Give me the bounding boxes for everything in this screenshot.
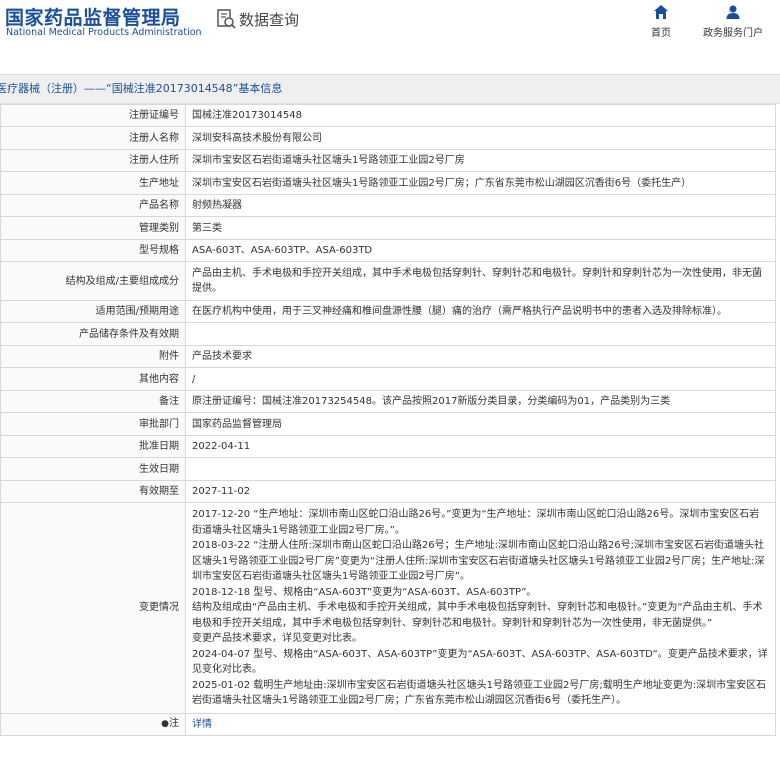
field-value: 第三类 <box>185 216 776 240</box>
field-label: 型号规格 <box>0 239 186 262</box>
field-label: 审批部门 <box>0 412 186 436</box>
nav-gov-label: 政务服务门户 <box>703 28 763 39</box>
field-value <box>185 322 776 346</box>
field-label: 其他内容 <box>0 367 186 391</box>
field-value: 深圳市宝安区石岩街道塘头社区塘头1号路领亚工业园2号厂房；广东省东莞市松山湖园区… <box>185 171 776 195</box>
table-row: 其他内容 / <box>0 367 776 391</box>
change-entry: 2024-04-07 型号、规格由“ASA-603T、ASA-603TP”变更为… <box>192 648 768 676</box>
home-icon <box>654 5 668 19</box>
table-row: 注册证编号 国械注准20173014548 <box>0 104 776 127</box>
table-row: 批准日期 2022-04-11 <box>0 435 776 458</box>
breadcrumb: 医疗器械（注册）——“国械注准20173014548”基本信息 <box>0 74 780 104</box>
table-row: 结构及组成/主要组成成分 产品由主机、手术电极和手控开关组成，其中手术电极包括穿刺… <box>0 261 776 301</box>
field-label: 产品储存条件及有效期 <box>0 322 186 346</box>
field-label: 变更情况 <box>0 502 186 714</box>
change-entry: 2017-12-20 “生产地址：深圳市南山区蛇口沿山路26号。”变更为“生产地… <box>192 509 760 536</box>
nav-home-label: 首页 <box>651 28 671 39</box>
table-row: 备注 原注册证编号：国械注准20173254548。该产品按照2017新版分类目录… <box>0 390 776 413</box>
change-history-row: 变更情况 2017-12-20 “生产地址：深圳市南山区蛇口沿山路26号。”变更为… <box>0 502 776 714</box>
data-query-link[interactable]: 数据查询 <box>215 8 299 30</box>
note-row: ●注 详情 <box>0 712 776 736</box>
user-icon <box>726 5 740 19</box>
note-value: 详情 <box>185 712 776 736</box>
table-row: 注册人名称 深圳安科高技术股份有限公司 <box>0 126 776 150</box>
table-row: 审批部门 国家药品监督管理局 <box>0 412 776 436</box>
note-label: 注 <box>169 718 179 729</box>
field-label: 适用范围/预期用途 <box>0 300 186 323</box>
field-value: 产品由主机、手术电极和手控开关组成，其中手术电极包括穿刺针、穿刺针芯和电极针。穿… <box>185 261 776 301</box>
change-entry: 2018-03-22 “注册人住所:深圳市南山区蛇口沿山路26号；生产地址:深圳… <box>192 540 765 582</box>
field-value: 在医疗机构中使用，用于三叉神经痛和椎间盘源性腰（腿）痛的治疗（需严格执行产品说明… <box>185 300 776 323</box>
field-label: 结构及组成/主要组成成分 <box>0 261 186 301</box>
field-label: 产品名称 <box>0 194 186 217</box>
logo-en[interactable]: National Medical Products Administration <box>6 27 202 38</box>
field-value: 深圳安科高技术股份有限公司 <box>185 126 776 150</box>
field-value: 国家药品监督管理局 <box>185 412 776 436</box>
field-value: 原注册证编号：国械注准20173254548。该产品按照2017新版分类目录，分… <box>185 390 776 413</box>
table-row: 生效日期 <box>0 457 776 481</box>
change-entry: 2018-12-18 型号、规格由“ASA-603T”变更为“ASA-603T、… <box>192 586 537 598</box>
field-label: 注册证编号 <box>0 104 186 127</box>
note-label-cell: ●注 <box>0 712 186 736</box>
field-value: / <box>185 367 776 391</box>
table-row: 有效期至 2027-11-02 <box>0 480 776 503</box>
search-doc-icon <box>217 9 236 29</box>
breadcrumb-text: 医疗器械（注册）——“国械注准20173014548”基本信息 <box>0 82 283 95</box>
field-label: 管理类别 <box>0 216 186 240</box>
table-row: 管理类别 第三类 <box>0 216 776 240</box>
field-label: 注册人名称 <box>0 126 186 150</box>
change-entry: 2025-01-02 载明生产地址由:深圳市宝安区石岩街道塘头社区塘头1号路领亚… <box>192 679 767 707</box>
field-label: 生效日期 <box>0 457 186 481</box>
table-row: 型号规格 ASA-603T、ASA-603TP、ASA-603TD <box>0 239 776 262</box>
field-label: 附件 <box>0 345 186 368</box>
change-entry: 变更产品技术要求，详见变更对比表。 <box>192 633 362 644</box>
field-value: ASA-603T、ASA-603TP、ASA-603TD <box>185 239 776 262</box>
change-history: 2017-12-20 “生产地址：深圳市南山区蛇口沿山路26号。”变更为“生产地… <box>185 502 776 714</box>
field-label: 生产地址 <box>0 171 186 195</box>
table-row: 附件 产品技术要求 <box>0 345 776 368</box>
field-value: 射频热凝器 <box>185 194 776 217</box>
field-value: 2027-11-02 <box>185 480 776 503</box>
field-label: 备注 <box>0 390 186 413</box>
field-value: 国械注准20173014548 <box>185 104 776 127</box>
info-icon: ● <box>161 719 169 729</box>
table-row: 适用范围/预期用途 在医疗机构中使用，用于三叉神经痛和椎间盘源性腰（腿）痛的治疗（… <box>0 300 776 323</box>
field-label: 注册人住所 <box>0 149 186 172</box>
field-label: 有效期至 <box>0 480 186 503</box>
field-label: 批准日期 <box>0 435 186 458</box>
nav-gov-service[interactable]: 政务服务门户 <box>703 4 763 39</box>
field-value: 2022-04-11 <box>185 435 776 458</box>
field-value: 深圳市宝安区石岩街道塘头社区塘头1号路领亚工业园2号厂房 <box>185 149 776 172</box>
data-query-label: 数据查询 <box>239 10 300 29</box>
info-table: 注册证编号 国械注准20173014548 注册人名称 深圳安科高技术股份有限公司 注册… <box>0 104 776 736</box>
detail-link[interactable]: 详情 <box>192 719 212 730</box>
change-entry: 结构及组成由“产品由主机、手术电极和手控开关组成，其中手术电极包括穿刺针、穿刺针… <box>192 602 763 629</box>
table-row: 注册人住所 深圳市宝安区石岩街道塘头社区塘头1号路领亚工业园2号厂房 <box>0 149 776 172</box>
table-row: 生产地址 深圳市宝安区石岩街道塘头社区塘头1号路领亚工业园2号厂房；广东省东莞市松… <box>0 171 776 195</box>
table-row: 产品名称 射频热凝器 <box>0 194 776 217</box>
nav-home[interactable]: 首页 <box>651 4 671 39</box>
field-value <box>185 457 776 481</box>
site-header: 国家药品监督管理局 National Medical Products Admi… <box>0 0 780 58</box>
logo-cn[interactable]: 国家药品监督管理局 <box>5 3 181 30</box>
field-value: 产品技术要求 <box>185 345 776 368</box>
table-row: 产品储存条件及有效期 <box>0 322 776 346</box>
